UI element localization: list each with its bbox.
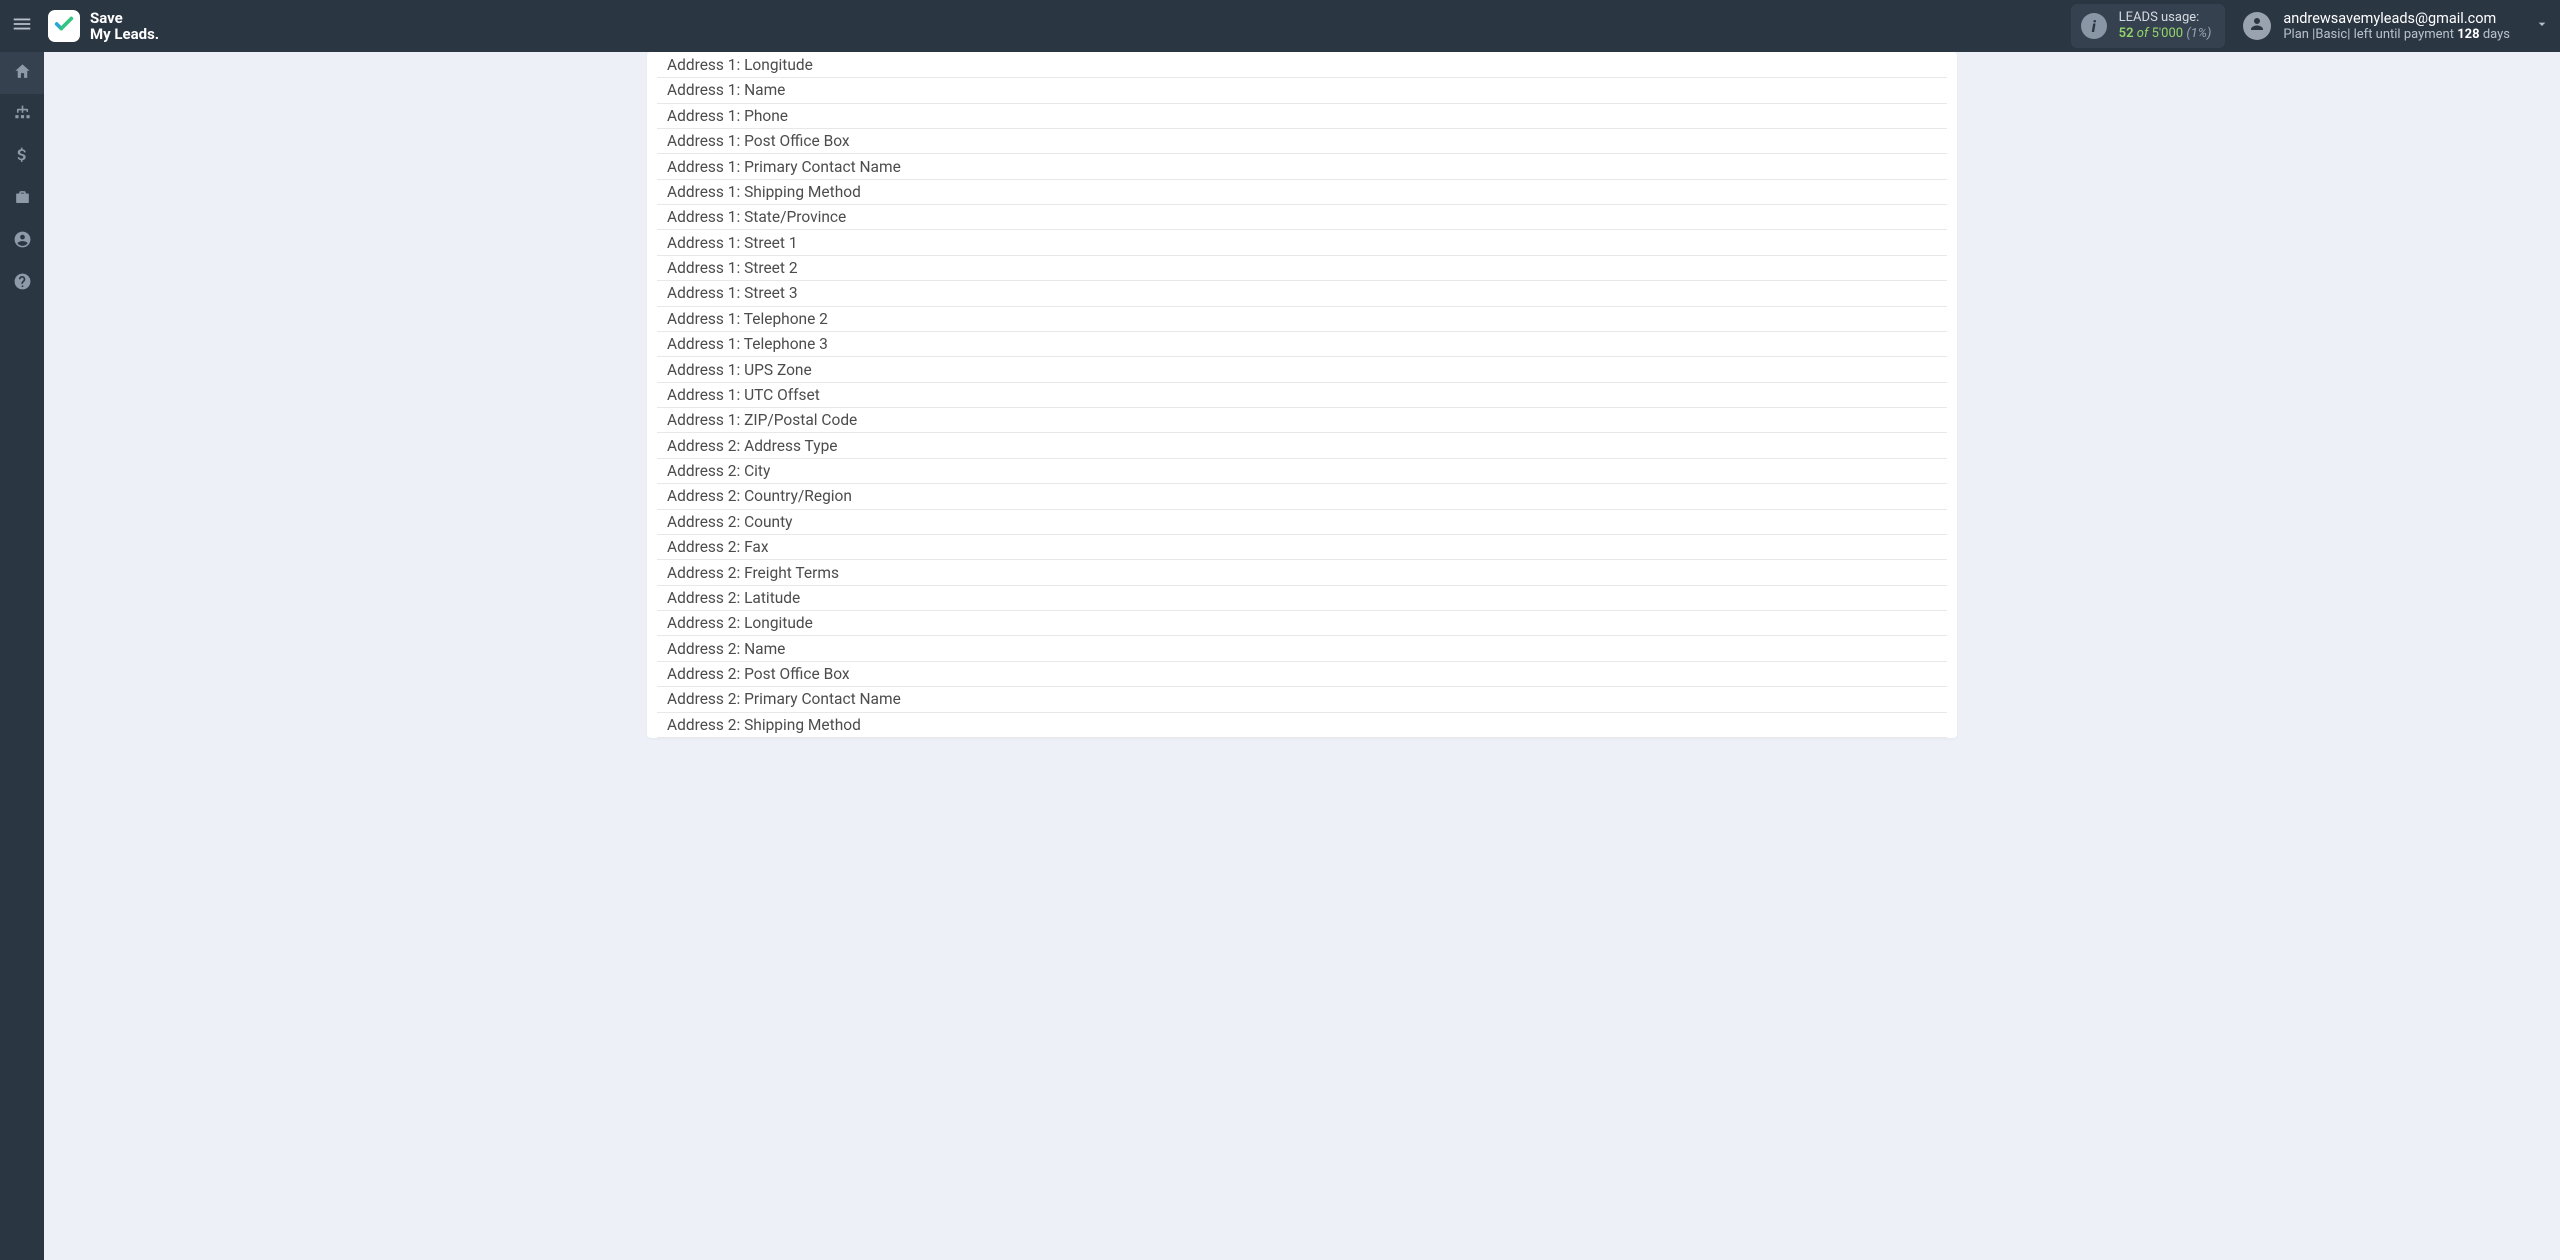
- field-row[interactable]: Address 2: Longitude: [657, 611, 1947, 636]
- plan-prefix: Plan |: [2283, 27, 2315, 42]
- checkmark-icon: [53, 13, 75, 39]
- field-row[interactable]: Address 1: Shipping Method: [657, 180, 1947, 205]
- account-email: andrewsavemyleads@gmail.com: [2283, 10, 2510, 27]
- field-row[interactable]: Address 1: Post Office Box: [657, 129, 1947, 154]
- brand-name: Save My Leads.: [90, 10, 159, 43]
- field-row[interactable]: Address 2: Shipping Method: [657, 713, 1947, 738]
- sidebar-item-connections[interactable]: [0, 94, 44, 136]
- field-row[interactable]: Address 2: Primary Contact Name: [657, 687, 1947, 712]
- account-menu[interactable]: andrewsavemyleads@gmail.com Plan |Basic|…: [2243, 10, 2510, 42]
- sidebar-item-billing[interactable]: [0, 136, 44, 178]
- field-row[interactable]: Address 1: Street 2: [657, 256, 1947, 281]
- field-row[interactable]: Address 2: City: [657, 459, 1947, 484]
- field-row[interactable]: Address 1: UTC Offset: [657, 383, 1947, 408]
- sidebar-item-briefcase[interactable]: [0, 178, 44, 220]
- account-text-wrap: andrewsavemyleads@gmail.com Plan |Basic|…: [2283, 10, 2510, 42]
- chevron-down-icon: [2534, 16, 2550, 36]
- user-circle-icon: [13, 230, 32, 253]
- menu-toggle-button[interactable]: [0, 0, 44, 52]
- sidebar-item-account[interactable]: [0, 220, 44, 262]
- plan-days-word: days: [2483, 27, 2510, 42]
- brand-line1: Save: [90, 10, 159, 27]
- field-row[interactable]: Address 1: Name: [657, 78, 1947, 103]
- field-row[interactable]: Address 1: Primary Contact Name: [657, 154, 1947, 179]
- field-row[interactable]: Address 1: Longitude: [657, 52, 1947, 78]
- sitemap-icon: [13, 104, 32, 127]
- left-sidebar: [0, 52, 44, 1260]
- account-dropdown-toggle[interactable]: [2524, 16, 2560, 36]
- user-icon: [2248, 15, 2266, 37]
- field-row[interactable]: Address 2: County: [657, 510, 1947, 535]
- sidebar-item-home[interactable]: [0, 52, 44, 94]
- field-row[interactable]: Address 1: ZIP/Postal Code: [657, 408, 1947, 433]
- brand-logo[interactable]: Save My Leads.: [48, 10, 159, 43]
- usage-total: 5'000: [2152, 26, 2184, 41]
- field-row[interactable]: Address 2: Latitude: [657, 586, 1947, 611]
- account-plan: Plan |Basic| left until payment 128 days: [2283, 27, 2510, 42]
- field-row[interactable]: Address 1: Street 1: [657, 230, 1947, 255]
- plan-suffix: | left until payment: [2347, 27, 2454, 42]
- usage-percent: (1%): [2186, 26, 2211, 41]
- brand-line2: My Leads.: [90, 26, 159, 43]
- usage-text: LEADS usage: 52 of 5'000 (1%): [2119, 10, 2212, 43]
- top-header: Save My Leads. i LEADS usage: 52 of 5'00…: [0, 0, 2560, 52]
- hamburger-icon: [11, 13, 33, 39]
- avatar: [2243, 12, 2271, 40]
- field-panel: Address 1: LongitudeAddress 1: NameAddre…: [647, 52, 1957, 738]
- field-row[interactable]: Address 1: Street 3: [657, 281, 1947, 306]
- sidebar-item-help[interactable]: [0, 262, 44, 304]
- field-row[interactable]: Address 1: Phone: [657, 104, 1947, 129]
- field-list: Address 1: LongitudeAddress 1: NameAddre…: [647, 52, 1957, 738]
- main-content: Address 1: LongitudeAddress 1: NameAddre…: [44, 52, 2560, 1260]
- usage-values: 52 of 5'000 (1%): [2119, 26, 2212, 42]
- field-row[interactable]: Address 1: UPS Zone: [657, 357, 1947, 382]
- help-icon: [13, 272, 32, 295]
- info-icon: i: [2081, 13, 2107, 39]
- home-icon: [13, 62, 32, 85]
- usage-used: 52: [2119, 26, 2134, 41]
- field-row[interactable]: Address 2: Freight Terms: [657, 560, 1947, 585]
- usage-label: LEADS usage:: [2119, 10, 2212, 26]
- field-row[interactable]: Address 1: Telephone 2: [657, 307, 1947, 332]
- plan-days-num: 128: [2457, 27, 2479, 42]
- briefcase-icon: [13, 188, 32, 211]
- field-row[interactable]: Address 1: Telephone 3: [657, 332, 1947, 357]
- field-row[interactable]: Address 2: Address Type: [657, 433, 1947, 458]
- field-row[interactable]: Address 2: Country/Region: [657, 484, 1947, 509]
- field-row[interactable]: Address 2: Name: [657, 636, 1947, 661]
- usage-of: of: [2137, 26, 2149, 41]
- field-row[interactable]: Address 1: State/Province: [657, 205, 1947, 230]
- field-row[interactable]: Address 2: Fax: [657, 535, 1947, 560]
- leads-usage-pill[interactable]: i LEADS usage: 52 of 5'000 (1%): [2071, 4, 2226, 49]
- logo-mark: [48, 10, 80, 42]
- plan-name: Basic: [2315, 27, 2347, 42]
- field-row[interactable]: Address 2: Post Office Box: [657, 662, 1947, 687]
- dollar-icon: [13, 146, 32, 169]
